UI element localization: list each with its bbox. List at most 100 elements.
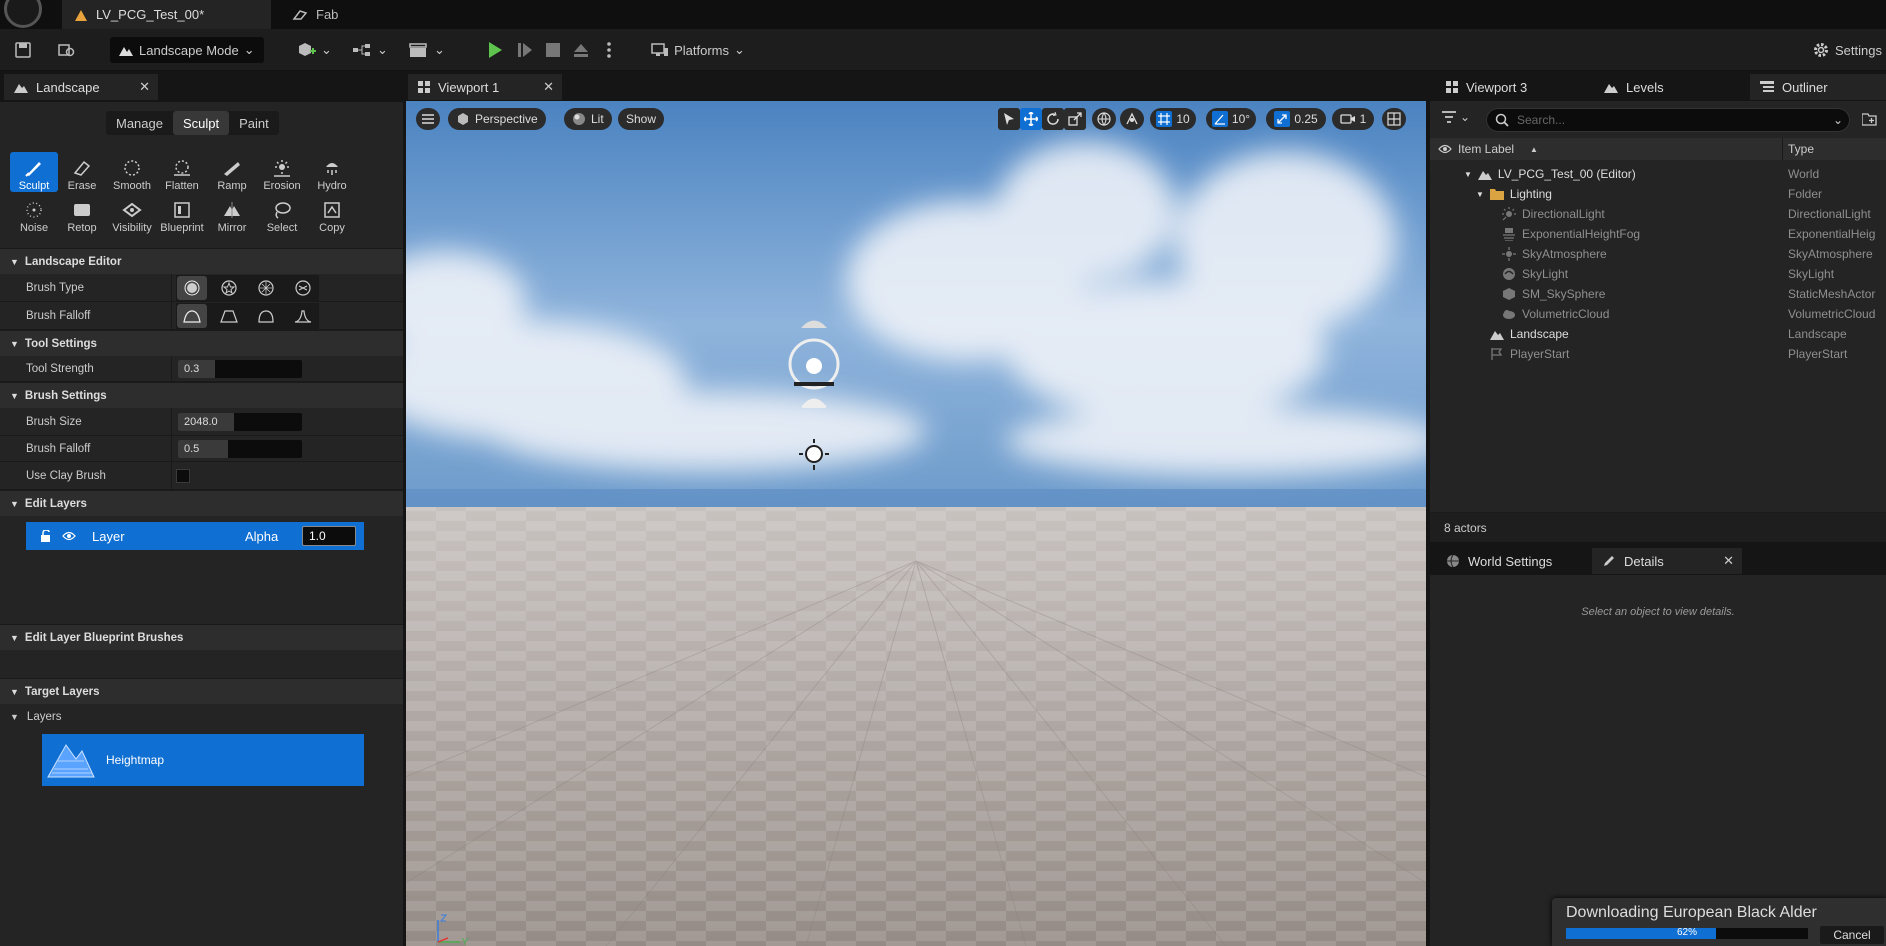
tool-erosion[interactable]: Erosion	[258, 152, 306, 192]
tool-visibility[interactable]: Visibility	[108, 194, 156, 234]
more-options-icon[interactable]	[598, 37, 620, 63]
tool-select[interactable]: Select	[258, 194, 306, 234]
scale-mode-icon[interactable]	[1064, 108, 1086, 130]
viewport-layout-icon[interactable]	[1382, 108, 1406, 130]
layers-group[interactable]: ▼ Layers	[0, 704, 403, 730]
eye-icon[interactable]	[62, 531, 76, 541]
tab-sculpt[interactable]: Sculpt	[172, 111, 230, 135]
falloff-smooth-icon[interactable]	[177, 303, 207, 328]
step-button[interactable]	[514, 37, 536, 63]
section-brush-settings[interactable]: ▼ Brush Settings	[0, 382, 403, 408]
tab-viewport-1[interactable]: Viewport 1 ✕	[408, 74, 562, 100]
brush-pattern-icon[interactable]	[251, 276, 281, 300]
filter-button[interactable]: ⌄	[1442, 110, 1470, 124]
scene-render[interactable]	[406, 101, 1426, 946]
tab-level[interactable]: LV_PCG_Test_00*	[62, 0, 271, 29]
tab-fab[interactable]: Fab	[280, 0, 410, 29]
outliner-row[interactable]: ExponentialHeightFog ExponentialHeig	[1430, 224, 1886, 244]
close-icon[interactable]: ✕	[1723, 553, 1734, 569]
tool-smooth[interactable]: Smooth	[108, 152, 156, 192]
rotate-mode-icon[interactable]	[1042, 108, 1064, 130]
col-type[interactable]: Type	[1788, 142, 1814, 156]
tab-landscape[interactable]: Landscape ✕	[4, 74, 158, 100]
close-icon[interactable]: ✕	[139, 79, 150, 95]
outliner-row[interactable]: SkyAtmosphere SkyAtmosphere	[1430, 244, 1886, 264]
play-button[interactable]	[484, 37, 506, 63]
heightmap-layer[interactable]: Heightmap	[42, 734, 364, 786]
section-edit-layers[interactable]: ▼ Edit Layers	[0, 490, 403, 516]
translate-mode-icon[interactable]	[1020, 108, 1042, 130]
cinematics-button[interactable]: ⌄	[408, 37, 446, 63]
tab-details[interactable]: Details ✕	[1592, 548, 1742, 574]
tool-noise[interactable]: Noise	[10, 194, 58, 234]
outliner-row[interactable]: ▼ LV_PCG_Test_00 (Editor) World	[1430, 164, 1886, 184]
falloff-linear-icon[interactable]	[214, 304, 244, 328]
outliner-row[interactable]: Landscape Landscape	[1430, 324, 1886, 344]
eject-button[interactable]	[570, 37, 592, 63]
outliner-row[interactable]: DirectionalLight DirectionalLight	[1430, 204, 1886, 224]
chevron-down-icon[interactable]: ⌄	[1833, 113, 1843, 127]
tab-paint[interactable]: Paint	[229, 111, 279, 135]
falloff-tip-icon[interactable]	[288, 304, 318, 328]
edit-layer-alpha-input[interactable]: 1.0	[302, 526, 356, 546]
tool-blueprint[interactable]: Blueprint	[158, 194, 206, 234]
outliner-row[interactable]: SM_SkySphere StaticMeshActor	[1430, 284, 1886, 304]
tool-ramp[interactable]: Ramp	[208, 152, 256, 192]
rotation-snap-button[interactable]: 10°	[1206, 108, 1256, 130]
grid-snap-button[interactable]: 10	[1150, 108, 1196, 130]
use-clay-brush-checkbox[interactable]	[176, 468, 190, 483]
add-actor-button[interactable]: ⌄	[296, 37, 332, 63]
save-icon[interactable]	[12, 37, 34, 63]
unlock-icon[interactable]	[40, 530, 52, 542]
tool-sculpt[interactable]: Sculpt	[10, 152, 58, 192]
close-icon[interactable]: ✕	[543, 79, 554, 95]
tab-world-settings[interactable]: World Settings	[1436, 548, 1596, 574]
browse-content-icon[interactable]	[56, 37, 78, 63]
tool-copy[interactable]: Copy	[308, 194, 356, 234]
platforms-button[interactable]: Platforms ⌄	[648, 37, 748, 63]
surface-snap-icon[interactable]	[1120, 108, 1144, 130]
add-folder-icon[interactable]	[1862, 112, 1878, 126]
outliner-row[interactable]: PlayerStart PlayerStart	[1430, 344, 1886, 364]
eye-icon[interactable]	[1438, 144, 1452, 154]
tool-erase[interactable]: Erase	[58, 152, 106, 192]
section-target-layers[interactable]: ▼ Target Layers	[0, 678, 403, 704]
outliner-row[interactable]: SkyLight SkyLight	[1430, 264, 1886, 284]
show-button[interactable]: Show	[618, 108, 665, 130]
brush-alpha-icon[interactable]	[214, 276, 244, 300]
falloff-spherical-icon[interactable]	[251, 304, 281, 328]
outliner-search-input[interactable]: Search... ⌄	[1486, 108, 1850, 132]
lit-button[interactable]: Lit	[564, 108, 612, 130]
viewport-scene[interactable]: Perspective Lit Show 10 10° 0.25 1	[406, 101, 1426, 946]
tab-levels[interactable]: Levels	[1594, 74, 1744, 100]
tool-flatten[interactable]: Flatten	[158, 152, 206, 192]
mode-select[interactable]: Landscape Mode ⌄	[110, 37, 264, 63]
settings-button[interactable]: Settings	[1810, 37, 1884, 63]
outliner-row[interactable]: ▼ Lighting Folder	[1430, 184, 1886, 204]
brush-component-icon[interactable]	[288, 276, 318, 300]
tab-viewport-3[interactable]: Viewport 3	[1436, 74, 1596, 100]
section-edit-layer-bp[interactable]: ▼ Edit Layer Blueprint Brushes	[0, 624, 403, 650]
tool-retop[interactable]: Retop	[58, 194, 106, 234]
blueprint-button[interactable]: ⌄	[350, 37, 390, 63]
tab-manage[interactable]: Manage	[106, 111, 173, 135]
stop-button[interactable]	[542, 37, 564, 63]
col-item-label[interactable]: Item Label	[1458, 142, 1514, 156]
tool-hydro[interactable]: Hydro	[308, 152, 356, 192]
section-landscape-editor[interactable]: ▼ Landscape Editor	[0, 248, 403, 274]
world-space-icon[interactable]	[1092, 108, 1116, 130]
outliner-row[interactable]: VolumetricCloud VolumetricCloud	[1430, 304, 1886, 324]
brush-falloff-input[interactable]: 0.5	[178, 439, 302, 458]
perspective-button[interactable]: Perspective	[448, 108, 546, 130]
tool-strength-input[interactable]: 0.3	[178, 359, 302, 378]
brush-size-input[interactable]: 2048.0	[178, 412, 302, 431]
tab-outliner[interactable]: Outliner	[1750, 74, 1886, 100]
tool-mirror[interactable]: Mirror	[208, 194, 256, 234]
select-mode-icon[interactable]	[998, 108, 1020, 130]
scale-snap-button[interactable]: 0.25	[1266, 108, 1326, 130]
brush-circle-icon[interactable]	[177, 275, 207, 300]
cancel-download-button[interactable]: Cancel	[1820, 926, 1884, 944]
viewport-menu-icon[interactable]	[416, 108, 440, 130]
section-tool-settings[interactable]: ▼ Tool Settings	[0, 330, 403, 356]
camera-speed-button[interactable]: 1	[1332, 108, 1374, 130]
